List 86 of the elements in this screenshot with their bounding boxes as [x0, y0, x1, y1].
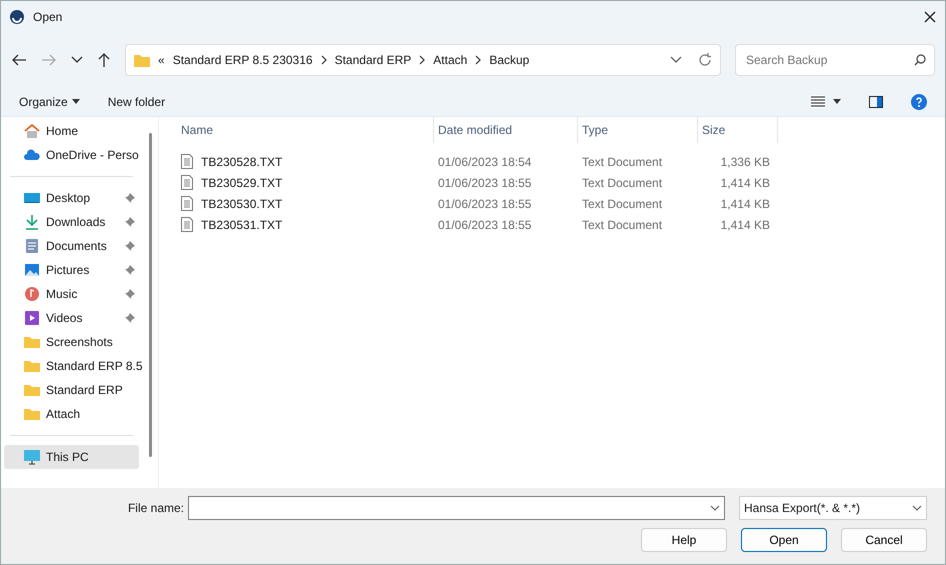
organize-button[interactable]: Organize: [19, 92, 80, 110]
chevron-right-icon: [475, 55, 482, 65]
table-cell-text: 1,336 KB: [720, 154, 771, 170]
table-cell-text: 01/06/2023 18:54: [437, 154, 532, 170]
text-file-icon: [181, 217, 193, 232]
up-arrow-icon[interactable]: [97, 52, 111, 68]
help-button[interactable]: Help: [641, 528, 727, 552]
column-header[interactable]: Size: [698, 117, 778, 143]
file-name[interactable]: TB230531.TXT: [201, 216, 282, 234]
folder-icon: [24, 382, 40, 398]
picture-icon: [24, 262, 40, 278]
download-icon: [24, 214, 40, 230]
refresh-icon[interactable]: [698, 53, 712, 67]
window-title: Open: [33, 9, 64, 26]
sidebar-item[interactable]: Standard ERP: [4, 378, 139, 402]
breadcrumb-overflow[interactable]: «: [158, 51, 165, 69]
chevron-down-icon[interactable]: [71, 56, 83, 64]
table-cell-text: 1,414 KB: [720, 216, 771, 234]
table-cell-text: 01/06/2023 18:55: [437, 216, 532, 234]
file-name[interactable]: TB230528.TXT: [201, 152, 282, 170]
chevron-down-icon[interactable]: [670, 56, 682, 64]
address-bar[interactable]: « Standard ERP 8.5 230316 Standard ERP Attach Backup: [125, 44, 721, 76]
sidebar-item[interactable]: Music: [4, 282, 139, 306]
text-file-icon: [181, 175, 193, 190]
app-logo-icon: [9, 9, 25, 25]
scrollbar-thumb[interactable]: [148, 133, 152, 457]
pc-icon: [24, 449, 40, 465]
breadcrumb[interactable]: Backup: [489, 51, 530, 69]
sidebar-item[interactable]: Attach: [4, 402, 139, 426]
document-icon: [24, 238, 40, 254]
back-arrow-icon[interactable]: [11, 53, 27, 67]
sidebar-item[interactable]: Desktop: [4, 186, 139, 210]
video-icon: [24, 310, 40, 326]
folder-icon: [24, 358, 40, 374]
sidebar-item[interactable]: OneDrive - Perso: [4, 143, 139, 167]
file-type-dropdown[interactable]: Hansa Export(*. & *.*): [739, 496, 927, 520]
cancel-button[interactable]: Cancel: [841, 528, 927, 552]
table-cell-text: 1,414 KB: [720, 174, 771, 192]
close-icon[interactable]: [923, 10, 937, 24]
sidebar-item[interactable]: Screenshots: [4, 330, 139, 354]
organize-label: Organize: [19, 94, 68, 110]
music-icon: [24, 286, 40, 302]
table-cell-text: 1,414 KB: [720, 196, 771, 212]
desktop-icon: [24, 190, 40, 206]
table-cell-text: Text Document: [581, 154, 664, 170]
folder-icon: [24, 406, 40, 422]
sidebar-item[interactable]: This PC: [4, 445, 139, 469]
chevron-down-icon: [710, 505, 720, 511]
list-view-icon[interactable]: [811, 96, 825, 107]
preview-pane-icon[interactable]: [869, 96, 883, 108]
breadcrumb[interactable]: Attach: [433, 51, 468, 69]
file-name[interactable]: TB230530.TXT: [201, 194, 282, 212]
new-folder-button[interactable]: New folder: [108, 92, 166, 110]
sidebar-item[interactable]: Home: [4, 119, 139, 143]
chevron-right-icon: [419, 55, 426, 65]
table-cell-text: 01/06/2023 18:55: [437, 196, 532, 212]
field-label: File name:: [128, 500, 184, 517]
home-icon: [24, 123, 40, 139]
breadcrumb[interactable]: Standard ERP: [334, 51, 412, 69]
search-icon: [914, 54, 926, 66]
folder-icon: [24, 334, 40, 350]
chevron-down-icon: [912, 505, 922, 511]
search-field[interactable]: Search Backup: [735, 44, 935, 76]
help-icon[interactable]: [911, 94, 927, 110]
file-name-field[interactable]: [188, 496, 725, 520]
sidebar-item[interactable]: Videos: [4, 306, 139, 330]
sidebar-item[interactable]: Documents: [4, 234, 139, 258]
column-header[interactable]: Date modified: [434, 117, 578, 143]
text-file-icon: [181, 154, 193, 169]
open-button[interactable]: Open: [741, 528, 827, 552]
table-cell-text: Text Document: [581, 196, 664, 212]
file-name[interactable]: TB230529.TXT: [201, 174, 282, 192]
chevron-right-icon: [320, 55, 327, 65]
column-header[interactable]: Type: [578, 117, 698, 143]
text-file-icon: [181, 196, 193, 211]
folder-icon: [134, 53, 150, 67]
sidebar-item[interactable]: Downloads: [4, 210, 139, 234]
breadcrumb[interactable]: Standard ERP 8.5 230316: [172, 51, 313, 69]
caret-icon[interactable]: [833, 99, 841, 104]
sidebar-item[interactable]: Pictures: [4, 258, 139, 282]
table-cell-text: Text Document: [581, 174, 664, 192]
table-cell-text: 01/06/2023 18:55: [437, 174, 532, 192]
column-header[interactable]: Name: [177, 117, 434, 143]
caret-icon: [72, 99, 80, 104]
cloud-icon: [24, 147, 40, 163]
table-cell-text: Text Document: [581, 216, 664, 234]
